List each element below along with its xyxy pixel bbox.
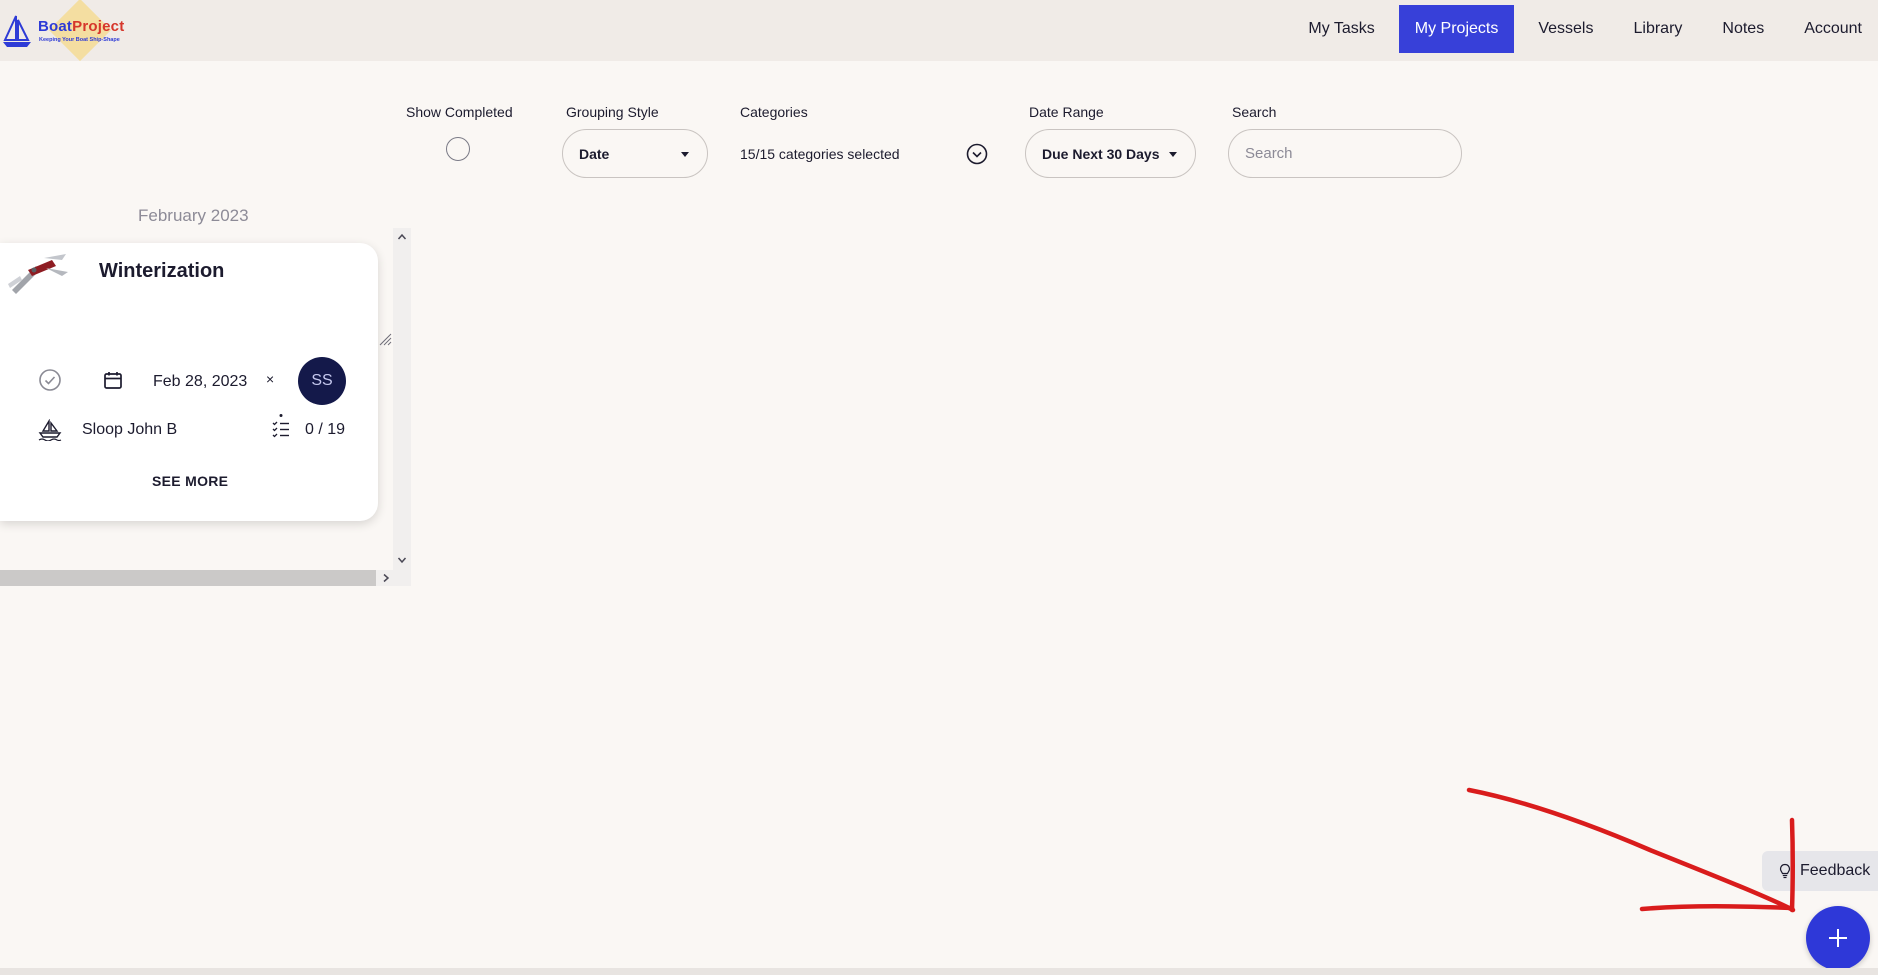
plus-icon: [1829, 929, 1847, 947]
project-title[interactable]: Winterization: [99, 260, 224, 283]
project-card[interactable]: Winterization Feb 28, 2023 × SS Sloop Jo…: [0, 243, 378, 521]
sailboat-icon: [3, 15, 31, 47]
show-completed-toggle[interactable]: [446, 137, 470, 161]
date-range-value: Due Next 30 Days: [1042, 145, 1160, 162]
multitool-icon: [8, 254, 68, 294]
categories-label: Categories: [740, 104, 808, 120]
nav-my-tasks[interactable]: My Tasks: [1292, 5, 1390, 53]
chevron-up-icon[interactable]: [397, 232, 407, 242]
feedback-label: Feedback: [1800, 862, 1871, 879]
nav-account[interactable]: Account: [1788, 5, 1878, 53]
due-date[interactable]: Feb 28, 2023: [153, 373, 247, 391]
checklist-icon: [272, 414, 289, 438]
search-label: Search: [1232, 104, 1277, 120]
resize-grip-icon[interactable]: [378, 332, 392, 346]
add-project-button[interactable]: [1806, 906, 1870, 970]
search-input[interactable]: [1228, 129, 1462, 178]
brand-tagline: Keeping Your Boat Ship-Shape: [39, 37, 120, 43]
grouping-style-value: Date: [579, 145, 610, 162]
calendar-icon[interactable]: [103, 370, 123, 390]
assignee-avatar[interactable]: SS: [298, 357, 346, 405]
group-title: February 2023: [138, 206, 249, 225]
date-range-select[interactable]: Due Next 30 Days: [1025, 129, 1196, 178]
grouping-style-select[interactable]: Date: [562, 129, 708, 178]
horizontal-scrollbar[interactable]: [0, 570, 411, 586]
show-completed-label: Show Completed: [406, 104, 513, 120]
project-thumbnail: [0, 246, 74, 298]
chevron-down-icon[interactable]: [397, 555, 407, 565]
caret-down-icon: [681, 152, 689, 157]
nav-library[interactable]: Library: [1617, 5, 1698, 53]
grouping-style-label: Grouping Style: [566, 104, 659, 120]
clear-date-button[interactable]: ×: [266, 371, 274, 387]
scrollbar-thumb[interactable]: [0, 570, 376, 586]
brand-logo[interactable]: BoatProject Keeping Your Boat Ship-Shape: [2, 0, 132, 62]
top-bar: BoatProject Keeping Your Boat Ship-Shape…: [0, 0, 1878, 62]
see-more-button[interactable]: SEE MORE: [152, 473, 228, 489]
feedback-button[interactable]: Feedback: [1762, 851, 1878, 891]
lightbulb-icon: [1779, 863, 1791, 879]
nav-my-projects[interactable]: My Projects: [1398, 5, 1515, 53]
nav-notes[interactable]: Notes: [1706, 5, 1780, 53]
vertical-scrollbar[interactable]: [393, 228, 411, 570]
check-circle-icon[interactable]: [38, 368, 62, 392]
caret-down-icon: [1169, 152, 1177, 157]
chevron-down-circle-icon[interactable]: [966, 143, 988, 165]
brand-name: BoatProject: [38, 18, 125, 35]
nav-vessels[interactable]: Vessels: [1522, 5, 1609, 53]
date-range-label: Date Range: [1029, 104, 1104, 120]
task-count: 0 / 19: [305, 421, 346, 438]
ship-icon: [38, 419, 62, 441]
main-nav: My Tasks My Projects Vessels Library Not…: [1284, 5, 1878, 53]
chevron-right-icon[interactable]: [381, 573, 391, 583]
vessel-name: Sloop John B: [82, 421, 178, 438]
categories-value: 15/15 categories selected: [740, 146, 900, 162]
bottom-strip: [0, 968, 1878, 975]
